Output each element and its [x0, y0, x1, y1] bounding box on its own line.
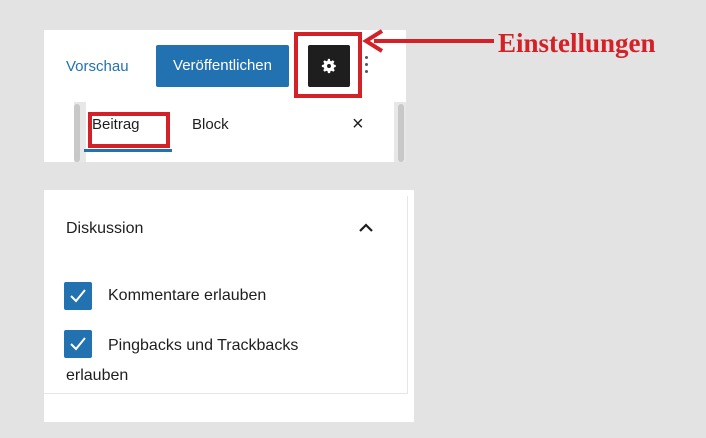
allow-comments-label[interactable]: Kommentare erlauben: [108, 287, 266, 305]
allow-pingbacks-label[interactable]: Pingbacks und Trackbacks: [108, 337, 298, 355]
post-tab-highlight-box: [88, 112, 170, 148]
scrollbar-left: [74, 104, 80, 162]
callout-label: Einstellungen: [498, 28, 656, 58]
allow-pingbacks-checkbox[interactable]: [64, 330, 92, 358]
scrollbar-right[interactable]: [398, 104, 404, 162]
active-tab-indicator: [84, 149, 172, 152]
allow-comments-checkbox[interactable]: [64, 282, 92, 310]
discussion-title[interactable]: Diskussion: [66, 220, 143, 238]
checkmark-icon: [70, 337, 86, 351]
arrow-icon: [362, 29, 494, 53]
tab-block[interactable]: Block: [192, 116, 229, 133]
preview-link[interactable]: Vorschau: [66, 58, 129, 75]
vertical-ellipsis-icon[interactable]: [365, 56, 369, 76]
discussion-panel: Diskussion Kommentare erlauben Pingbacks…: [44, 190, 414, 422]
close-icon[interactable]: ×: [352, 113, 364, 136]
checkmark-icon: [70, 289, 86, 303]
publish-button[interactable]: Veröffentlichen: [156, 45, 289, 87]
allow-pingbacks-label-cont[interactable]: erlauben: [66, 367, 128, 385]
settings-highlight-box: [294, 32, 362, 98]
chevron-up-icon[interactable]: [356, 218, 376, 238]
